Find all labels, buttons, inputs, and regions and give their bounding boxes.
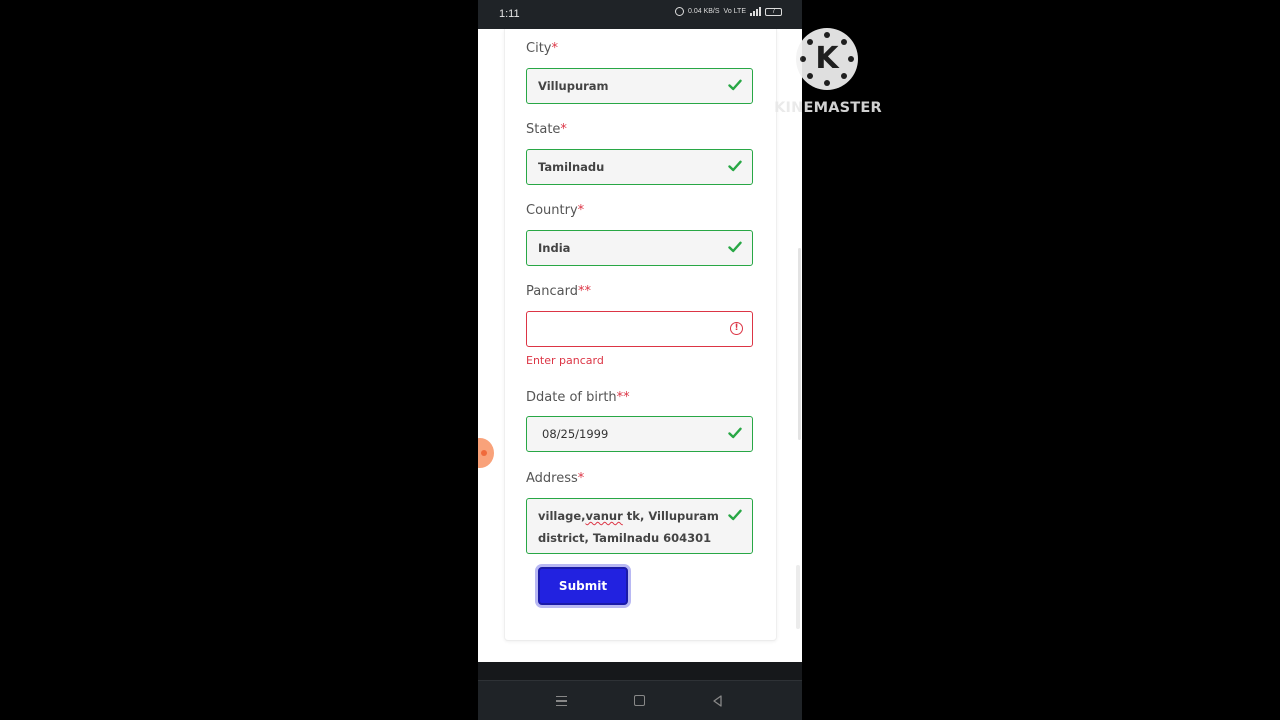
country-value: India: [538, 241, 571, 255]
battery-icon: 7: [765, 7, 782, 16]
menu-icon[interactable]: [554, 693, 570, 709]
check-icon: [728, 160, 742, 172]
state-input[interactable]: Tamilnadu: [526, 149, 753, 185]
status-icons: 0.04 KB/S Vo LTE 7: [675, 7, 782, 16]
volte-indicator: Vo LTE: [723, 8, 746, 15]
check-icon: [728, 427, 742, 439]
dob-value: 08/25/1999: [542, 427, 609, 441]
submit-button[interactable]: Submit: [538, 567, 628, 605]
address-label: Address*: [526, 471, 585, 486]
pancard-label: Pancard**: [526, 284, 591, 299]
floating-bubble-icon[interactable]: [478, 438, 494, 468]
address-line-1: village,vanur tk, Villupuram: [538, 509, 719, 523]
net-speed: 0.04 KB/S: [688, 8, 720, 15]
address-line-2: district, Tamilnadu 604301: [538, 531, 712, 545]
nav-gap: [478, 662, 802, 682]
state-label: State*: [526, 122, 567, 137]
scrollbar-thumb[interactable]: [798, 248, 801, 440]
inner-scrollbar[interactable]: [796, 565, 800, 629]
state-value: Tamilnadu: [538, 160, 605, 174]
navigation-bar: [478, 680, 802, 720]
check-icon: [728, 241, 742, 253]
dob-label: Ddate of birth**: [526, 390, 630, 405]
address-textarea[interactable]: village,vanur tk, Villupuram district, T…: [526, 498, 753, 554]
country-input[interactable]: India: [526, 230, 753, 266]
city-label: City*: [526, 41, 558, 56]
exclamation-circle-icon: !: [730, 322, 743, 335]
home-square-icon[interactable]: [632, 693, 648, 709]
country-label: Country*: [526, 203, 585, 218]
check-icon: [728, 509, 742, 521]
status-time: 1:11: [499, 8, 520, 20]
pancard-input[interactable]: !: [526, 311, 753, 347]
phone-screen: 1:11 0.04 KB/S Vo LTE 7 City* Villupuram…: [478, 0, 802, 720]
alarm-icon: [675, 7, 685, 16]
kinemaster-logo: K: [796, 28, 858, 90]
kinemaster-watermark: K KINEMASTER: [774, 28, 882, 120]
check-icon: [728, 79, 742, 91]
signal-icon: [750, 7, 761, 16]
status-bar: 1:11 0.04 KB/S Vo LTE 7: [478, 0, 802, 29]
pancard-error-message: Enter pancard: [526, 354, 604, 367]
dob-input[interactable]: 08/25/1999: [526, 416, 753, 452]
kinemaster-text: KINEMASTER: [774, 100, 882, 116]
city-value: Villupuram: [538, 79, 609, 93]
misspelled-word: vanur: [585, 509, 623, 523]
back-triangle-icon[interactable]: [710, 693, 726, 709]
city-input[interactable]: Villupuram: [526, 68, 753, 104]
